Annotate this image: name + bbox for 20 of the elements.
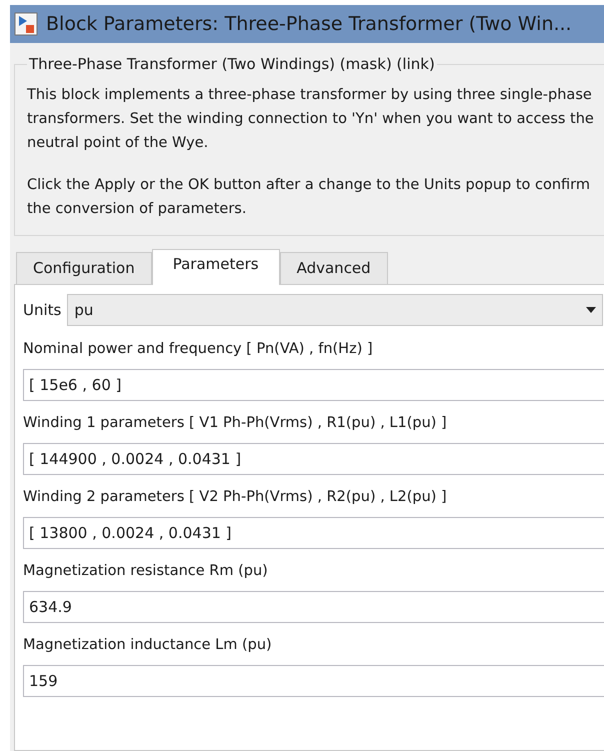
field-label: Magnetization resistance Rm (pu) (23, 562, 269, 581)
window-title: Block Parameters: Three-Phase Transformer (Two Win... (46, 12, 572, 37)
field-label: Winding 2 parameters [ V2 Ph-Ph(Vrms) , R2(pu) , L2(pu) ] (23, 488, 448, 507)
description-text: This block implements a three-phase transformer by using three single-phase transformers. Set the winding connection to 'Yn' when you want to access the neutral point of the Wye. (27, 86, 595, 153)
input-field[interactable]: 634.9 (23, 591, 604, 623)
input-field[interactable]: [ 13800 , 0.0024 , 0.0431 ] (23, 517, 604, 549)
tab[interactable]: Parameters (152, 249, 280, 285)
tab[interactable]: Advanced (280, 252, 388, 284)
input-field[interactable]: [ 144900 , 0.0024 , 0.0431 ] (23, 443, 604, 475)
units-dropdown[interactable]: pu (67, 294, 603, 326)
input-field[interactable]: 159 (23, 665, 604, 697)
units-label: Units (23, 300, 62, 321)
tab[interactable]: Configuration (16, 252, 152, 284)
field-label: Nominal power and frequency [ Pn(VA) , fn(Hz) ] (23, 340, 374, 359)
field-label: Magnetization inductance Lm (pu) (23, 636, 273, 655)
input-field[interactable]: [ 15e6 , 60 ] (23, 369, 604, 401)
dropdown-arrow-icon (586, 307, 596, 313)
description-text: Click the Apply or the OK button after a change to the Units popup to confirm the conversion of parameters. (27, 176, 592, 219)
block-icon (14, 12, 38, 36)
field-label: Winding 1 parameters [ V1 Ph-Ph(Vrms) , R1(pu) , L1(pu) ] (23, 414, 448, 433)
